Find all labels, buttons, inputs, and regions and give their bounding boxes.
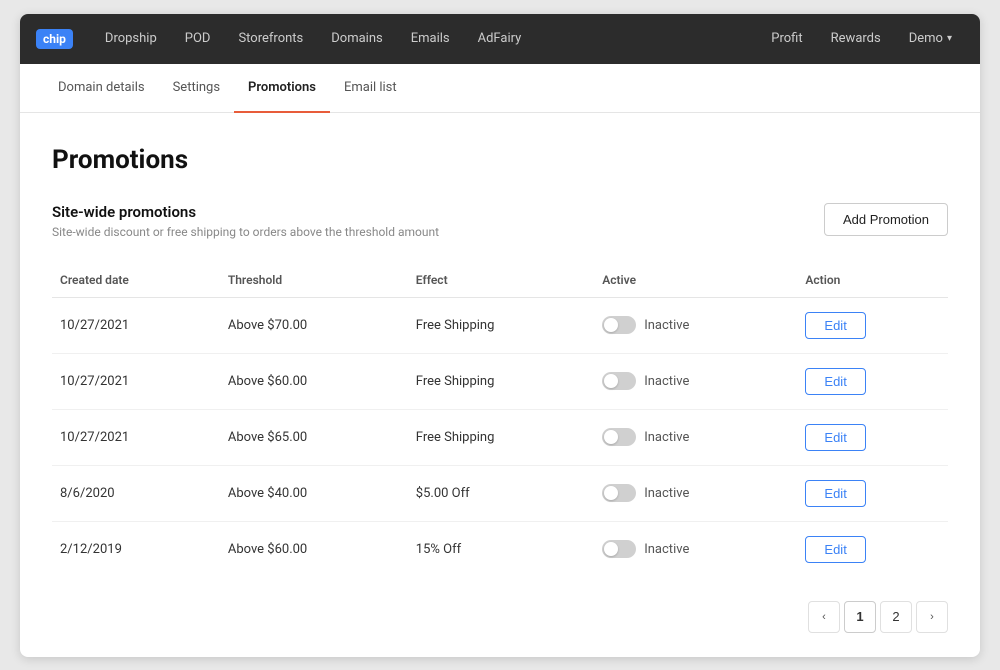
cell-threshold: Above $60.00: [220, 521, 408, 577]
pagination: ‹ 1 2 ›: [52, 601, 948, 633]
logo[interactable]: chip: [36, 29, 73, 49]
cell-date: 10/27/2021: [52, 409, 220, 465]
col-active: Active: [594, 263, 797, 298]
active-label: Inactive: [644, 430, 689, 445]
active-label: Inactive: [644, 542, 689, 557]
top-nav: chip Dropship POD Storefronts Domains Em…: [20, 14, 980, 64]
sub-nav: Domain details Settings Promotions Email…: [20, 64, 980, 113]
cell-action: Edit: [797, 465, 948, 521]
app-window: chip Dropship POD Storefronts Domains Em…: [20, 14, 980, 657]
col-created-date: Created date: [52, 263, 220, 298]
table-row: 10/27/2021Above $60.00Free Shipping Inact…: [52, 353, 948, 409]
table-row: 2/12/2019Above $60.0015% Off Inactive Edit: [52, 521, 948, 577]
active-label: Inactive: [644, 318, 689, 333]
cell-threshold: Above $70.00: [220, 297, 408, 353]
active-toggle[interactable]: [602, 372, 636, 390]
active-toggle[interactable]: [602, 428, 636, 446]
page-title: Promotions: [52, 145, 948, 175]
section-desc: Site-wide discount or free shipping to o…: [52, 225, 439, 239]
cell-date: 2/12/2019: [52, 521, 220, 577]
nav-storefronts[interactable]: Storefronts: [226, 25, 315, 52]
nav-adfairy[interactable]: AdFairy: [466, 25, 534, 52]
active-label: Inactive: [644, 374, 689, 389]
add-promotion-button[interactable]: Add Promotion: [824, 203, 948, 236]
edit-button[interactable]: Edit: [805, 536, 865, 563]
tab-email-list[interactable]: Email list: [330, 64, 411, 113]
cell-action: Edit: [797, 353, 948, 409]
next-icon: ›: [930, 611, 934, 623]
pagination-page-1[interactable]: 1: [844, 601, 876, 633]
cell-action: Edit: [797, 409, 948, 465]
main-content: Promotions Site-wide promotions Site-wid…: [20, 113, 980, 657]
table-row: 10/27/2021Above $70.00Free Shipping Inact…: [52, 297, 948, 353]
chevron-down-icon: ▾: [947, 33, 952, 44]
table-header-row: Created date Threshold Effect Active Act…: [52, 263, 948, 298]
tab-domain-details[interactable]: Domain details: [44, 64, 159, 113]
cell-active: Inactive: [594, 409, 797, 465]
cell-threshold: Above $60.00: [220, 353, 408, 409]
tab-promotions[interactable]: Promotions: [234, 64, 330, 113]
table-row: 8/6/2020Above $40.00$5.00 Off Inactive Edi…: [52, 465, 948, 521]
cell-date: 10/27/2021: [52, 297, 220, 353]
cell-active: Inactive: [594, 521, 797, 577]
section-header: Site-wide promotions Site-wide discount …: [52, 203, 948, 259]
cell-effect: Free Shipping: [408, 297, 594, 353]
pagination-next[interactable]: ›: [916, 601, 948, 633]
nav-dropship[interactable]: Dropship: [93, 25, 169, 52]
col-effect: Effect: [408, 263, 594, 298]
edit-button[interactable]: Edit: [805, 424, 865, 451]
col-threshold: Threshold: [220, 263, 408, 298]
edit-button[interactable]: Edit: [805, 368, 865, 395]
prev-icon: ‹: [822, 611, 826, 623]
pagination-page-2[interactable]: 2: [880, 601, 912, 633]
nav-pod[interactable]: POD: [173, 25, 223, 52]
cell-date: 8/6/2020: [52, 465, 220, 521]
pagination-prev[interactable]: ‹: [808, 601, 840, 633]
col-action: Action: [797, 263, 948, 298]
table-row: 10/27/2021Above $65.00Free Shipping Inact…: [52, 409, 948, 465]
nav-domains[interactable]: Domains: [319, 25, 394, 52]
nav-demo[interactable]: Demo ▾: [897, 25, 964, 52]
section-title: Site-wide promotions: [52, 203, 439, 221]
cell-effect: Free Shipping: [408, 353, 594, 409]
section-header-left: Site-wide promotions Site-wide discount …: [52, 203, 439, 259]
cell-active: Inactive: [594, 465, 797, 521]
cell-action: Edit: [797, 297, 948, 353]
cell-date: 10/27/2021: [52, 353, 220, 409]
cell-effect: 15% Off: [408, 521, 594, 577]
promotions-table: Created date Threshold Effect Active Act…: [52, 263, 948, 577]
active-toggle[interactable]: [602, 316, 636, 334]
cell-threshold: Above $40.00: [220, 465, 408, 521]
active-label: Inactive: [644, 486, 689, 501]
demo-label: Demo: [909, 31, 943, 46]
nav-emails[interactable]: Emails: [399, 25, 462, 52]
top-nav-right: Profit Rewards Demo ▾: [759, 25, 964, 52]
cell-action: Edit: [797, 521, 948, 577]
nav-profit[interactable]: Profit: [759, 25, 814, 52]
nav-rewards[interactable]: Rewards: [819, 25, 893, 52]
cell-active: Inactive: [594, 297, 797, 353]
top-nav-links: Dropship POD Storefronts Domains Emails …: [93, 25, 759, 52]
edit-button[interactable]: Edit: [805, 480, 865, 507]
active-toggle[interactable]: [602, 540, 636, 558]
active-toggle[interactable]: [602, 484, 636, 502]
cell-threshold: Above $65.00: [220, 409, 408, 465]
edit-button[interactable]: Edit: [805, 312, 865, 339]
tab-settings[interactable]: Settings: [159, 64, 234, 113]
cell-active: Inactive: [594, 353, 797, 409]
cell-effect: Free Shipping: [408, 409, 594, 465]
cell-effect: $5.00 Off: [408, 465, 594, 521]
